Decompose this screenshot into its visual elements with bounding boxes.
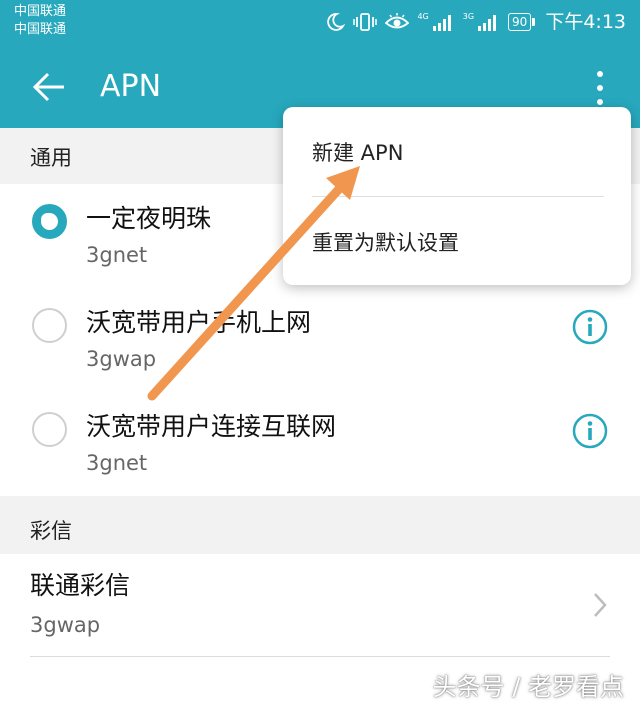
apn-name: 联通彩信 <box>30 571 131 600</box>
radio-button-selected[interactable] <box>32 204 67 239</box>
apn-name: 沃宽带用户手机上网 <box>86 308 312 337</box>
apn-value: 3gwap <box>86 347 157 371</box>
apn-value: 3gnet <box>86 243 148 267</box>
carrier-label: 中国联通 <box>14 4 67 19</box>
info-icon[interactable] <box>572 309 608 345</box>
mms-apn-row[interactable]: 联通彩信 3gwap <box>0 554 640 658</box>
radio-button[interactable] <box>32 412 67 447</box>
radio-button[interactable] <box>32 308 67 343</box>
status-bar: 中国联通 中国联通 4G 3G 90 下午4:13 <box>0 0 640 46</box>
apn-value: 3gwap <box>30 613 101 637</box>
vibrate-icon <box>353 13 378 31</box>
chevron-right-icon <box>594 593 607 617</box>
info-icon[interactable] <box>572 413 608 449</box>
carrier-label: 中国联通 <box>14 22 67 37</box>
apn-name: 沃宽带用户连接互联网 <box>86 412 337 441</box>
clock: 下午4:13 <box>545 11 626 33</box>
divider <box>30 656 610 657</box>
arrow-left-icon <box>32 72 64 102</box>
section-header-mms: 彩信 <box>0 496 640 554</box>
signal-icon <box>432 15 451 31</box>
menu-item-new-apn[interactable]: 新建 APN <box>283 107 631 187</box>
apn-row[interactable]: 沃宽带用户手机上网 3gwap <box>0 288 640 392</box>
battery-icon: 90 <box>508 13 536 31</box>
back-button[interactable] <box>28 66 70 108</box>
section-label: 通用 <box>30 146 72 170</box>
menu-divider <box>312 196 604 197</box>
battery-level: 90 <box>508 13 532 31</box>
apn-row[interactable]: 沃宽带用户连接互联网 3gnet <box>0 392 640 496</box>
watermark: 头条号 / 老罗看点 <box>432 673 624 701</box>
menu-item-label: 重置为默认设置 <box>312 231 459 255</box>
section-label: 彩信 <box>30 519 72 543</box>
overflow-menu: 新建 APN 重置为默认设置 <box>283 107 631 285</box>
network-type-label: 3G <box>462 11 475 21</box>
signal-icon <box>478 15 497 31</box>
eye-icon <box>385 13 410 29</box>
menu-item-reset-default[interactable]: 重置为默认设置 <box>283 199 631 279</box>
menu-item-label: 新建 APN <box>312 141 404 165</box>
page-title: APN <box>100 69 162 104</box>
more-vert-icon[interactable] <box>588 68 612 108</box>
network-type-label: 4G <box>417 11 429 21</box>
apn-name: 一定夜明珠 <box>86 204 212 233</box>
moon-icon <box>327 13 346 31</box>
apn-value: 3gnet <box>86 451 148 475</box>
status-icons: 4G 3G 90 下午4:13 <box>325 10 626 34</box>
